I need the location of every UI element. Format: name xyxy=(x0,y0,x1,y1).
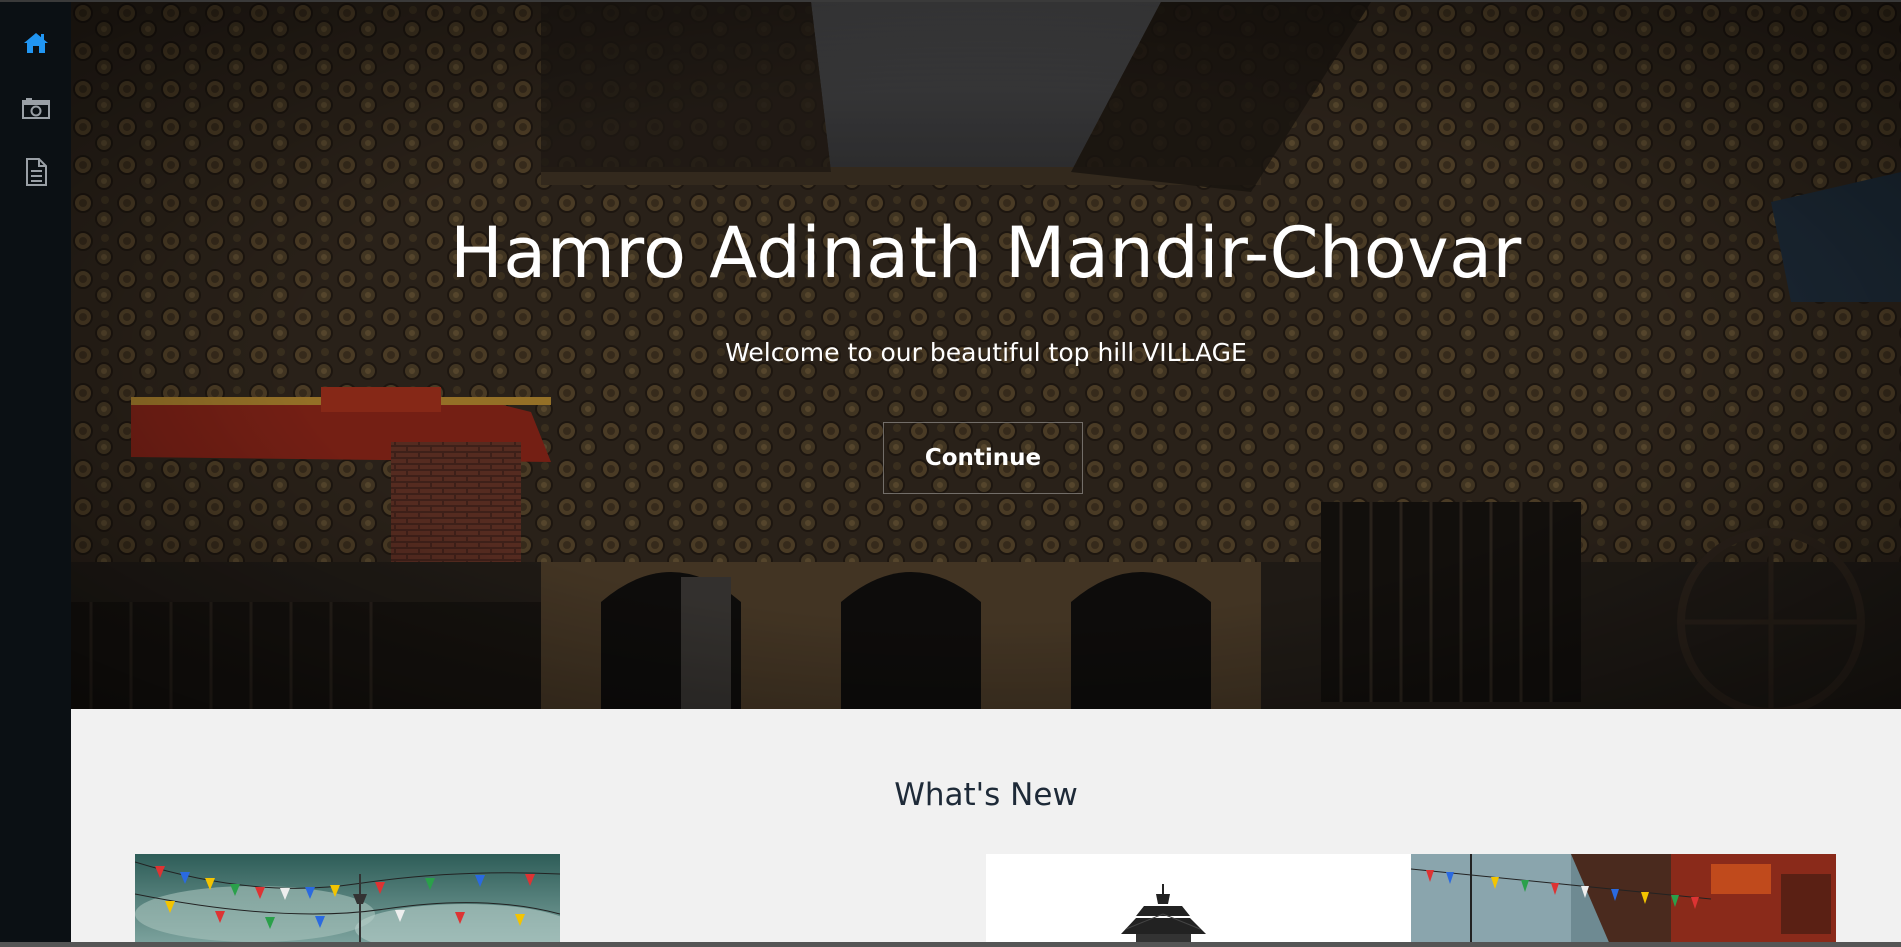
news-card-2[interactable] xyxy=(986,854,1411,947)
page: Hamro Adinath Mandir-Chovar Welcome to o… xyxy=(0,0,1901,947)
sidebar-item-gallery[interactable] xyxy=(0,82,71,134)
news-card-1[interactable] xyxy=(135,854,560,947)
top-border xyxy=(0,0,1901,2)
news-card-3[interactable] xyxy=(1411,854,1836,947)
temple-black-white-image xyxy=(986,854,1411,947)
whats-new-section: What's New xyxy=(71,709,1901,947)
home-icon xyxy=(23,31,49,55)
sidebar-item-documents[interactable] xyxy=(0,146,71,198)
prayer-flags-sky-image xyxy=(135,854,560,947)
section-title: What's New xyxy=(894,777,1078,813)
sidebar-item-home[interactable] xyxy=(0,17,71,69)
bottom-border xyxy=(0,942,1901,947)
document-icon xyxy=(24,158,48,186)
camera-icon xyxy=(21,96,51,120)
hero-section: Hamro Adinath Mandir-Chovar Welcome to o… xyxy=(71,2,1901,709)
hero-title: Hamro Adinath Mandir-Chovar xyxy=(450,212,1522,294)
hero-subtitle: Welcome to our beautiful top hill VILLAG… xyxy=(725,338,1247,367)
continue-button[interactable]: Continue xyxy=(883,422,1083,494)
prayer-flags-street-image xyxy=(1411,854,1836,947)
sidebar xyxy=(0,0,71,947)
